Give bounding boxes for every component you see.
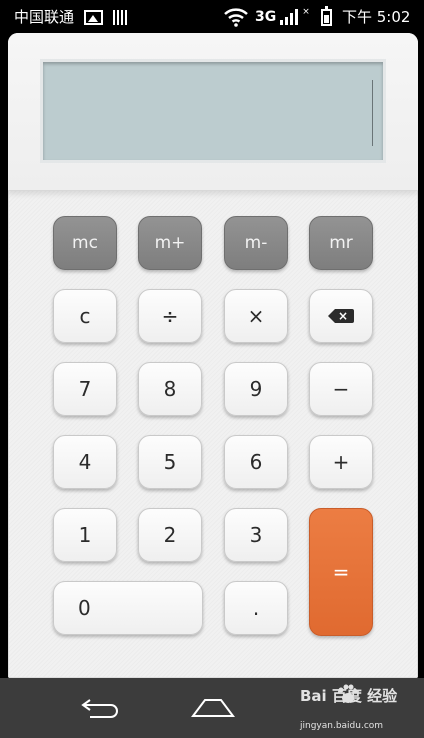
home-icon[interactable] xyxy=(191,696,235,720)
memory-clear-button[interactable]: mc xyxy=(53,216,117,270)
memory-recall-button[interactable]: mr xyxy=(309,216,373,270)
digit-4-button[interactable]: 4 xyxy=(53,435,117,489)
digit-1-button[interactable]: 1 xyxy=(53,508,117,562)
calculator-display[interactable] xyxy=(40,59,386,163)
baidu-watermark: Bai 百度 经验 jingyan.baidu.com xyxy=(300,684,397,732)
digit-2-button[interactable]: 2 xyxy=(138,508,202,562)
digit-0-button[interactable]: 0 xyxy=(53,581,203,635)
watermark-url: jingyan.baidu.com xyxy=(300,721,384,731)
wifi-icon xyxy=(224,8,248,27)
digit-5-button[interactable]: 5 xyxy=(138,435,202,489)
plus-button[interactable]: + xyxy=(309,435,373,489)
calculator-panel: mc m+ m- mr c ÷ × × 7 8 9 − 4 5 6 + 1 2 … xyxy=(8,33,418,678)
digit-3-button[interactable]: 3 xyxy=(224,508,288,562)
signal-icon xyxy=(280,9,298,25)
divide-button[interactable]: ÷ xyxy=(138,289,202,343)
baidu-paw-icon xyxy=(338,684,358,703)
equals-button[interactable]: = xyxy=(309,508,373,636)
status-bar: 中国联通 3G × 下午 5:02 xyxy=(0,0,424,34)
carrier-name: 中国联通 xyxy=(14,8,75,26)
backspace-icon: × xyxy=(328,309,354,323)
digit-9-button[interactable]: 9 xyxy=(224,362,288,416)
backspace-button[interactable]: × xyxy=(309,289,373,343)
digit-7-button[interactable]: 7 xyxy=(53,362,117,416)
digit-8-button[interactable]: 8 xyxy=(138,362,202,416)
network-type: 3G xyxy=(255,9,277,25)
multiply-button[interactable]: × xyxy=(224,289,288,343)
text-cursor xyxy=(372,80,373,146)
minus-button[interactable]: − xyxy=(309,362,373,416)
navigation-bar: Bai 百度 经验 jingyan.baidu.com xyxy=(0,678,424,738)
sim2-indicator: × xyxy=(302,7,310,17)
clock: 下午 5:02 xyxy=(342,8,411,26)
memory-add-button[interactable]: m+ xyxy=(138,216,202,270)
memory-subtract-button[interactable]: m- xyxy=(224,216,288,270)
decimal-button[interactable]: . xyxy=(224,581,288,635)
back-icon[interactable] xyxy=(80,696,120,720)
clear-button[interactable]: c xyxy=(53,289,117,343)
display-housing xyxy=(8,33,418,191)
gallery-icon xyxy=(84,10,103,25)
battery-icon xyxy=(321,6,332,26)
sim-bars-icon xyxy=(113,10,127,25)
digit-6-button[interactable]: 6 xyxy=(224,435,288,489)
